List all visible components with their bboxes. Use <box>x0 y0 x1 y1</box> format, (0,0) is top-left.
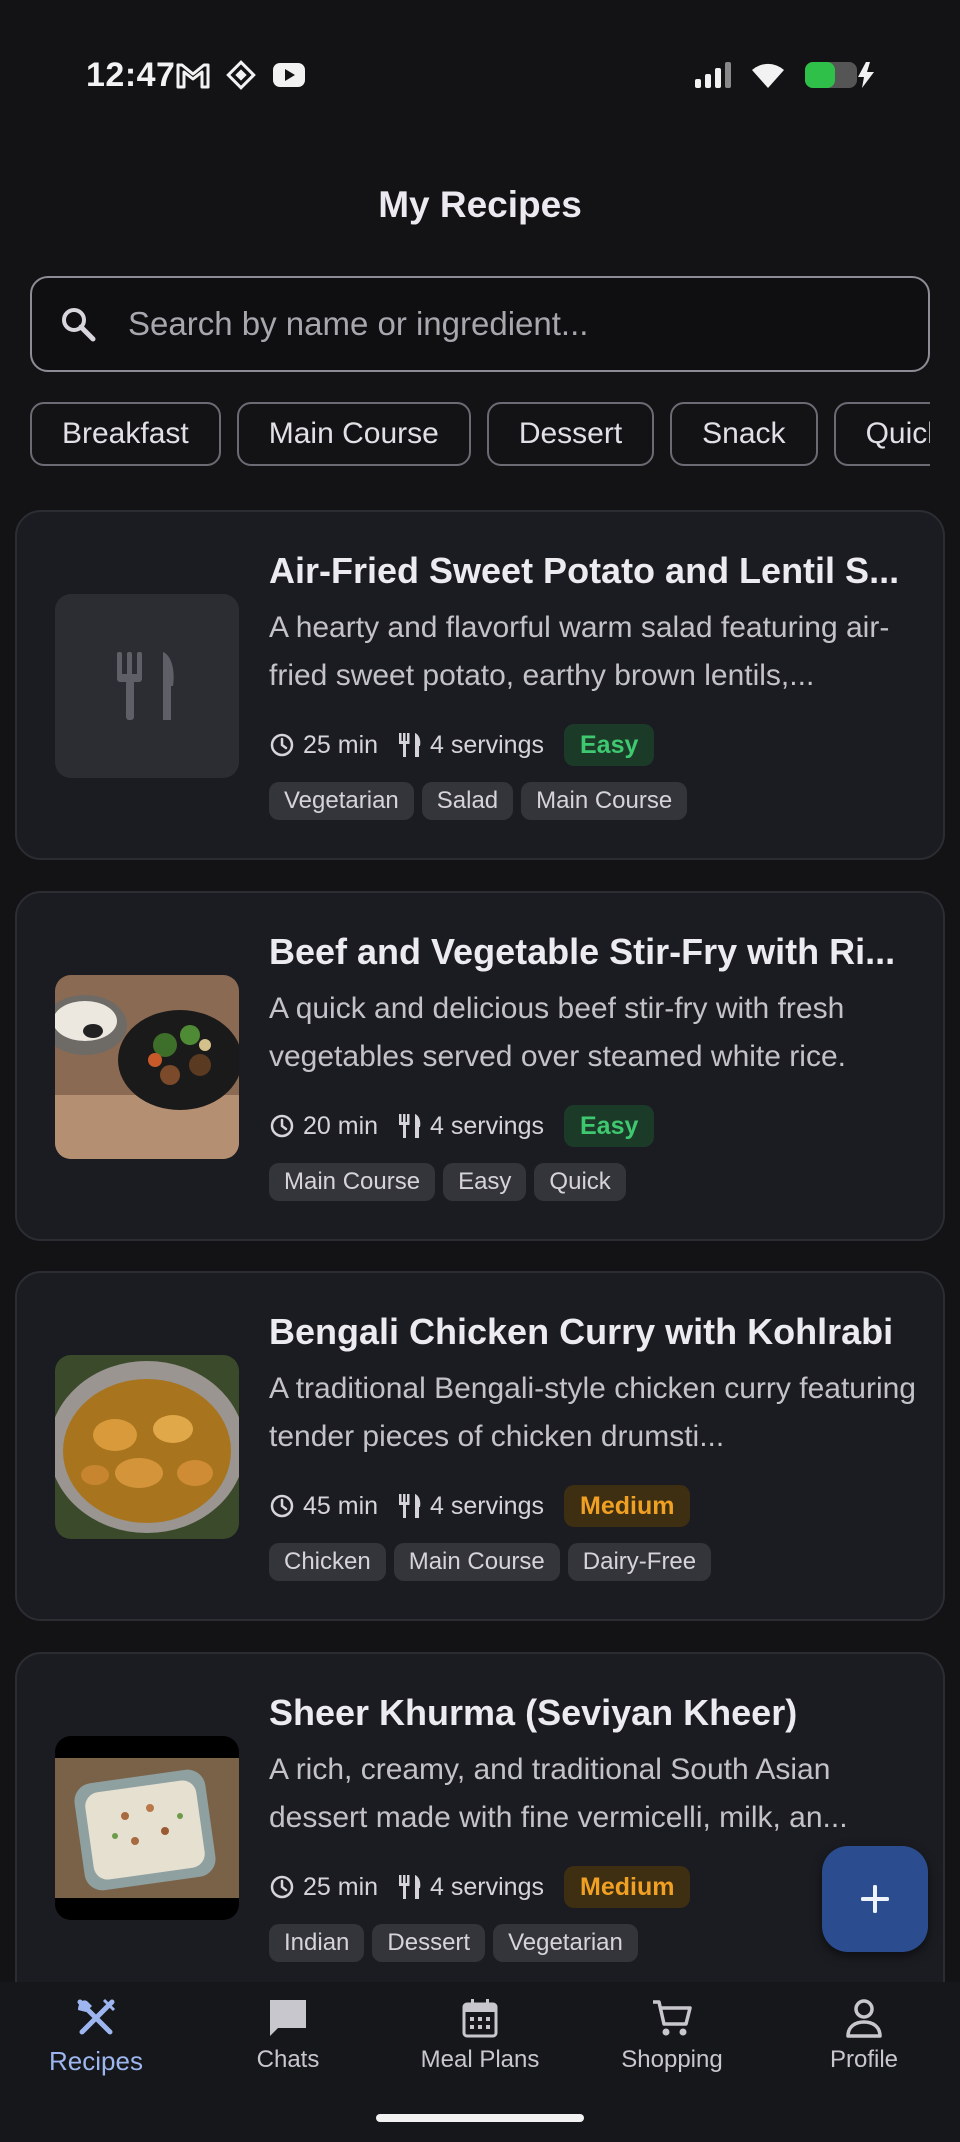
recipe-thumbnail <box>55 975 239 1159</box>
chip-quick[interactable]: Quick <box>833 402 930 466</box>
difficulty-badge: Easy <box>564 1105 655 1147</box>
curry-photo <box>55 1355 239 1539</box>
recipe-tag: Main Course <box>521 782 688 820</box>
chat-icon <box>270 2000 306 2036</box>
app-icon <box>226 60 256 90</box>
nav-label: Recipes <box>49 2046 143 2076</box>
recipe-description: A traditional Bengali-style chicken curr… <box>269 1372 916 1453</box>
recipe-tag: Main Course <box>393 1543 560 1581</box>
recipe-tag: Indian <box>269 1924 365 1962</box>
home-indicator[interactable] <box>376 2114 584 2122</box>
kheer-photo <box>55 1736 239 1920</box>
recipe-servings: 4 servings <box>430 1872 544 1901</box>
signal-icon <box>695 62 731 88</box>
difficulty-badge: Medium <box>564 1485 691 1527</box>
recipe-thumbnail-placeholder <box>55 594 239 778</box>
recipe-thumbnail <box>55 1355 239 1539</box>
search-input[interactable] <box>128 305 928 343</box>
recipe-description: A rich, creamy, and traditional South As… <box>269 1753 848 1834</box>
recipe-time: 25 min <box>303 1872 379 1901</box>
recipe-card[interactable]: Beef and Vegetable Stir-Fry with Ri... A… <box>15 891 945 1241</box>
calendar-icon <box>462 1999 498 2038</box>
clock-icon <box>270 1494 294 1518</box>
recipe-servings: 4 servings <box>430 1111 544 1140</box>
youtube-icon <box>273 63 305 87</box>
wifi-icon <box>752 63 784 88</box>
nav-profile[interactable]: Profile <box>768 1996 960 2092</box>
status-time: 12:47 <box>86 56 176 94</box>
recipe-tag: Main Course <box>269 1163 436 1201</box>
recipe-time: 25 min <box>303 730 379 759</box>
status-bar: 12:47 <box>0 0 960 150</box>
utensils-crossed-icon <box>77 1998 116 2035</box>
recipe-tag: Dairy-Free <box>567 1543 712 1581</box>
person-icon <box>846 1999 882 2038</box>
nav-chats[interactable]: Chats <box>192 1996 384 2092</box>
recipe-title: Sheer Khurma (Seviyan Kheer) <box>269 1692 798 1733</box>
chip-breakfast[interactable]: Breakfast <box>30 402 221 466</box>
recipe-thumbnail <box>55 1736 239 1920</box>
recipe-time: 45 min <box>303 1491 379 1520</box>
recipe-tag: Vegetarian <box>269 782 414 820</box>
clock-icon <box>270 733 294 757</box>
recipe-tag: Chicken <box>269 1543 386 1581</box>
difficulty-badge: Easy <box>564 724 655 766</box>
search-bar[interactable] <box>30 276 930 372</box>
nav-label: Profile <box>829 2046 899 2073</box>
nav-shopping[interactable]: Shopping <box>576 1996 768 2092</box>
utensils-small-icon <box>399 1114 421 1138</box>
recipe-card[interactable]: Air-Fried Sweet Potato and Lentil S... A… <box>15 510 945 860</box>
stir-fry-photo <box>55 975 239 1159</box>
recipe-card[interactable]: Bengali Chicken Curry with Kohlrabi A tr… <box>15 1271 945 1621</box>
recipe-time: 20 min <box>303 1111 379 1140</box>
add-recipe-button[interactable] <box>822 1846 928 1952</box>
system-icons <box>694 60 876 90</box>
recipe-tag: Vegetarian <box>493 1924 638 1962</box>
nav-label: Chats <box>256 2046 320 2073</box>
page-title: My Recipes <box>378 184 582 225</box>
recipe-description: A quick and delicious beef stir-fry with… <box>269 992 846 1073</box>
recipe-title: Bengali Chicken Curry with Kohlrabi <box>269 1311 894 1352</box>
nav-label: Meal Plans <box>420 2046 540 2073</box>
nav-meal-plans[interactable]: Meal Plans <box>384 1996 576 2092</box>
recipe-description: A hearty and flavorful warm salad featur… <box>269 611 890 692</box>
recipe-tag: Easy <box>443 1163 527 1201</box>
recipe-servings: 4 servings <box>430 1491 544 1520</box>
difficulty-badge: Medium <box>564 1866 691 1908</box>
recipe-tag: Dessert <box>372 1924 486 1962</box>
recipe-servings: 4 servings <box>430 730 544 759</box>
gmail-icon <box>176 63 210 89</box>
recipe-tag: Salad <box>421 782 514 820</box>
nav-recipes[interactable]: Recipes <box>0 1996 192 2092</box>
cart-icon <box>653 2000 692 2036</box>
recipe-title: Air-Fried Sweet Potato and Lentil S... <box>269 550 900 591</box>
recipe-card[interactable]: Sheer Khurma (Seviyan Kheer) A rich, cre… <box>15 1652 945 1982</box>
utensils-icon <box>117 652 174 720</box>
chip-main-course[interactable]: Main Course <box>236 402 471 466</box>
utensils-small-icon <box>399 1875 421 1899</box>
search-icon <box>62 308 96 342</box>
recipe-title: Beef and Vegetable Stir-Fry with Ri... <box>269 931 896 972</box>
recipe-tag: Quick <box>534 1163 626 1201</box>
chip-dessert[interactable]: Dessert <box>486 402 655 466</box>
utensils-small-icon <box>399 733 421 757</box>
plus-icon <box>861 1885 889 1913</box>
chip-snack[interactable]: Snack <box>670 402 818 466</box>
clock-icon <box>270 1875 294 1899</box>
nav-label: Shopping <box>621 2046 723 2073</box>
notification-icons <box>176 60 306 90</box>
utensils-small-icon <box>399 1494 421 1518</box>
clock-icon <box>270 1114 294 1138</box>
category-filter-row: Breakfast Main Course Dessert Snack Quic… <box>30 402 930 468</box>
battery-charging-icon <box>805 62 874 88</box>
